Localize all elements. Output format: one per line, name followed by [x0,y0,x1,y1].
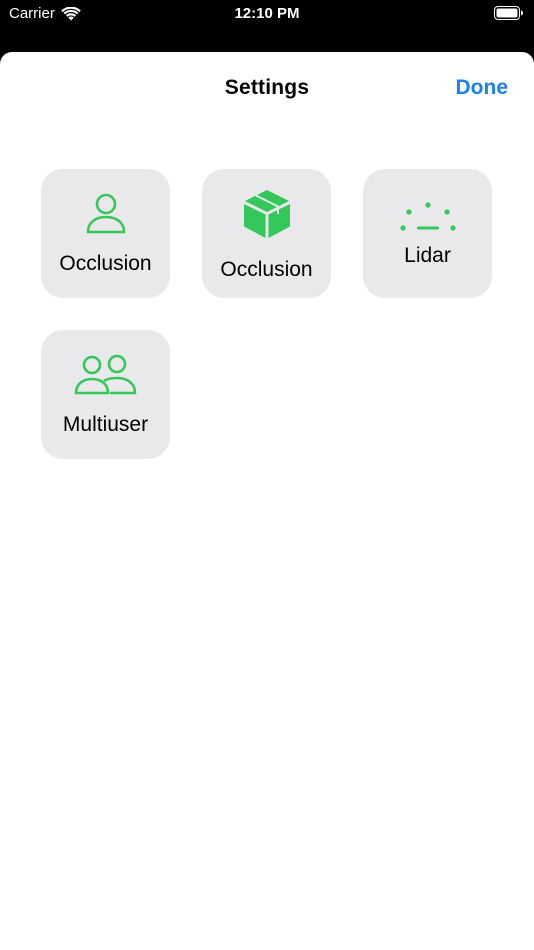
status-bar: Carrier 12:10 PM [0,0,534,52]
tile-occlusion-cube[interactable]: Occlusion [202,169,331,298]
page-title: Settings [224,76,310,99]
done-button[interactable]: Done [456,76,509,100]
status-time: 12:10 PM [234,5,300,22]
lidar-icon [363,202,492,232]
tile-multiuser[interactable]: Multiuser [41,330,170,459]
two-people-icon [41,354,170,396]
tile-label: Occlusion [220,258,313,281]
battery-icon [494,6,523,20]
settings-sheet: Settings Done Occlusion Occlusion Lidar … [0,52,534,950]
person-icon [41,191,170,235]
cube-icon [202,188,331,240]
tile-occlusion-person[interactable]: Occlusion [41,169,170,298]
tile-lidar[interactable]: Lidar [363,169,492,298]
tile-label: Lidar [404,244,451,267]
tile-label: Occlusion [59,252,152,275]
tile-label: Multiuser [62,413,149,436]
